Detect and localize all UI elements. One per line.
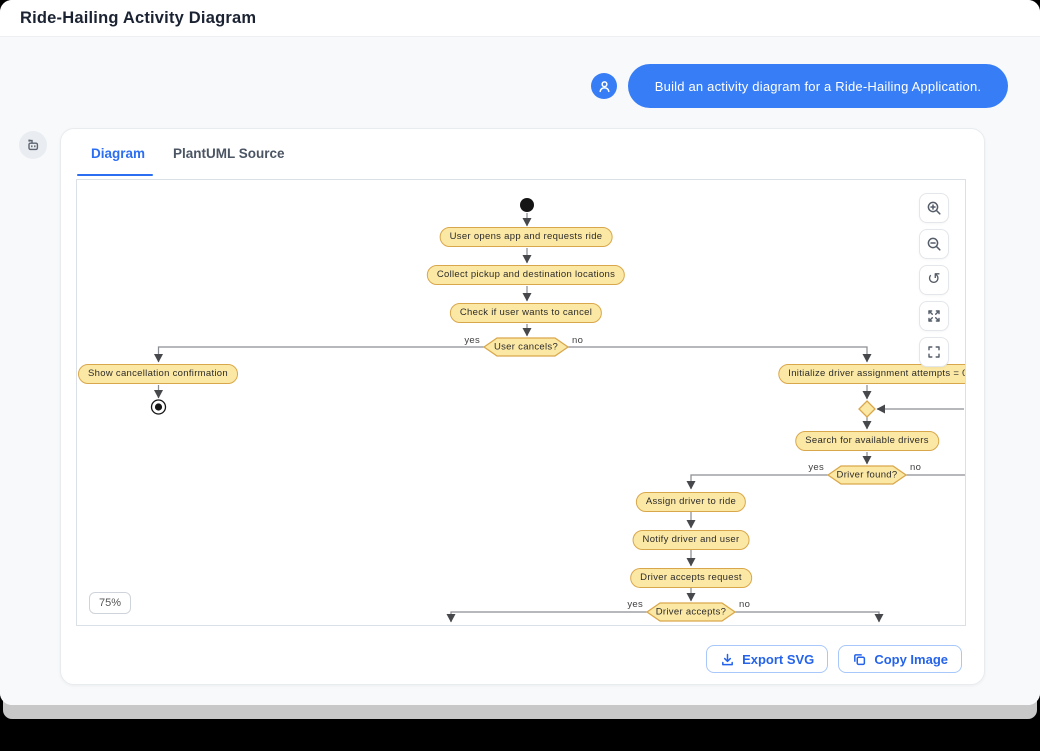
activity-node-open-app: User opens app and requests ride xyxy=(440,227,613,247)
branch-label-yes: yes xyxy=(440,334,480,348)
activity-node-cancel-confirmation: Show cancellation confirmation xyxy=(78,364,238,384)
end-node xyxy=(152,400,166,414)
branch-label-no: no xyxy=(739,598,779,612)
activity-node-check-cancel: Check if user wants to cancel xyxy=(450,303,602,323)
download-icon xyxy=(720,652,735,667)
branch-label-no: no xyxy=(572,334,612,348)
user-message-bubble: Build an activity diagram for a Ride-Hai… xyxy=(628,64,1008,108)
fullscreen-icon xyxy=(926,344,942,360)
app-header: Ride-Hailing Activity Diagram xyxy=(0,0,1040,37)
reset-view-button[interactable]: ↺ xyxy=(919,265,949,295)
active-tab-underline xyxy=(77,174,153,176)
activity-node-accepts-request: Driver accepts request xyxy=(630,568,752,588)
expand-button[interactable] xyxy=(919,301,949,331)
zoom-controls: ↺ xyxy=(919,193,949,367)
merge-diamond xyxy=(859,401,875,417)
branch-label-yes: yes xyxy=(784,461,824,475)
export-svg-button[interactable]: Export SVG xyxy=(706,645,828,673)
activity-node-assign-driver: Assign driver to ride xyxy=(636,492,746,512)
card-actions: Export SVG Copy Image xyxy=(706,645,962,673)
tab-plantuml-source[interactable]: PlantUML Source xyxy=(159,146,299,161)
activity-node-collect-locations: Collect pickup and destination locations xyxy=(427,265,625,285)
export-svg-label: Export SVG xyxy=(742,652,814,667)
zoom-out-button[interactable] xyxy=(919,229,949,259)
assistant-avatar xyxy=(19,131,47,159)
tab-bar: Diagram PlantUML Source xyxy=(77,129,299,178)
zoom-out-icon xyxy=(926,236,942,252)
start-node xyxy=(520,198,534,212)
activity-node-notify: Notify driver and user xyxy=(633,530,750,550)
activity-node-init-attempts: Initialize driver assignment attempts = … xyxy=(778,364,966,384)
zoom-in-icon xyxy=(926,200,942,216)
decision-label-driver-accepts: Driver accepts? xyxy=(656,607,727,618)
decision-label-user-cancels: User cancels? xyxy=(494,342,558,353)
diagram-canvas[interactable]: User opens app and requests ride Collect… xyxy=(76,179,966,626)
fullscreen-button[interactable] xyxy=(919,337,949,367)
branch-label-yes: yes xyxy=(603,598,643,612)
robot-icon xyxy=(25,137,41,153)
copy-image-button[interactable]: Copy Image xyxy=(838,645,962,673)
page-title: Ride-Hailing Activity Diagram xyxy=(20,9,256,28)
copy-icon xyxy=(852,652,867,667)
activity-node-search-drivers: Search for available drivers xyxy=(795,431,939,451)
zoom-in-button[interactable] xyxy=(919,193,949,223)
expand-icon xyxy=(926,308,942,324)
tab-diagram[interactable]: Diagram xyxy=(77,146,159,161)
branch-label-no: no xyxy=(910,461,950,475)
person-icon xyxy=(597,79,612,94)
decision-label-driver-found: Driver found? xyxy=(837,470,898,481)
diagram-card: Diagram PlantUML Source xyxy=(60,128,985,685)
app-window: Ride-Hailing Activity Diagram Build an a… xyxy=(0,0,1040,705)
reset-icon: ↺ xyxy=(927,272,940,288)
copy-image-label: Copy Image xyxy=(874,652,948,667)
user-avatar xyxy=(591,73,617,99)
zoom-level-badge: 75% xyxy=(89,592,131,614)
